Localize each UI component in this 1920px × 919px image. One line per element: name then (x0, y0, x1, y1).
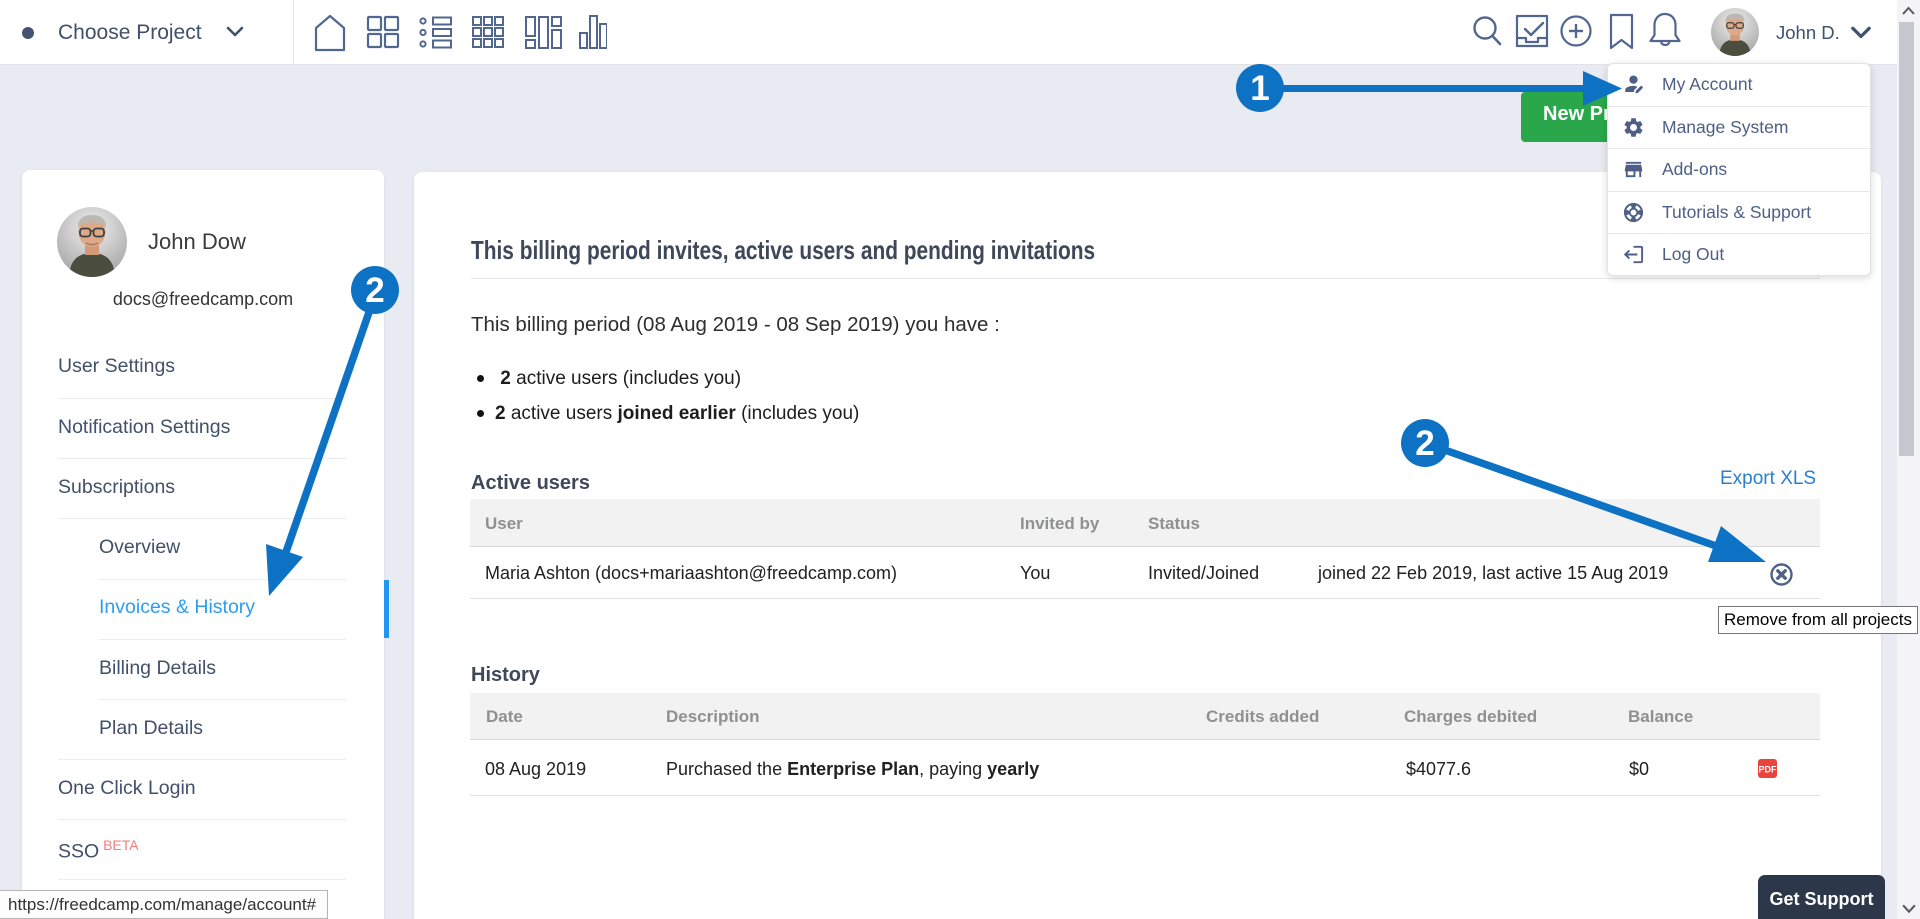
svg-text:1: 1 (1250, 69, 1269, 108)
svg-text:2: 2 (365, 271, 384, 310)
svg-text:2: 2 (1415, 424, 1434, 463)
